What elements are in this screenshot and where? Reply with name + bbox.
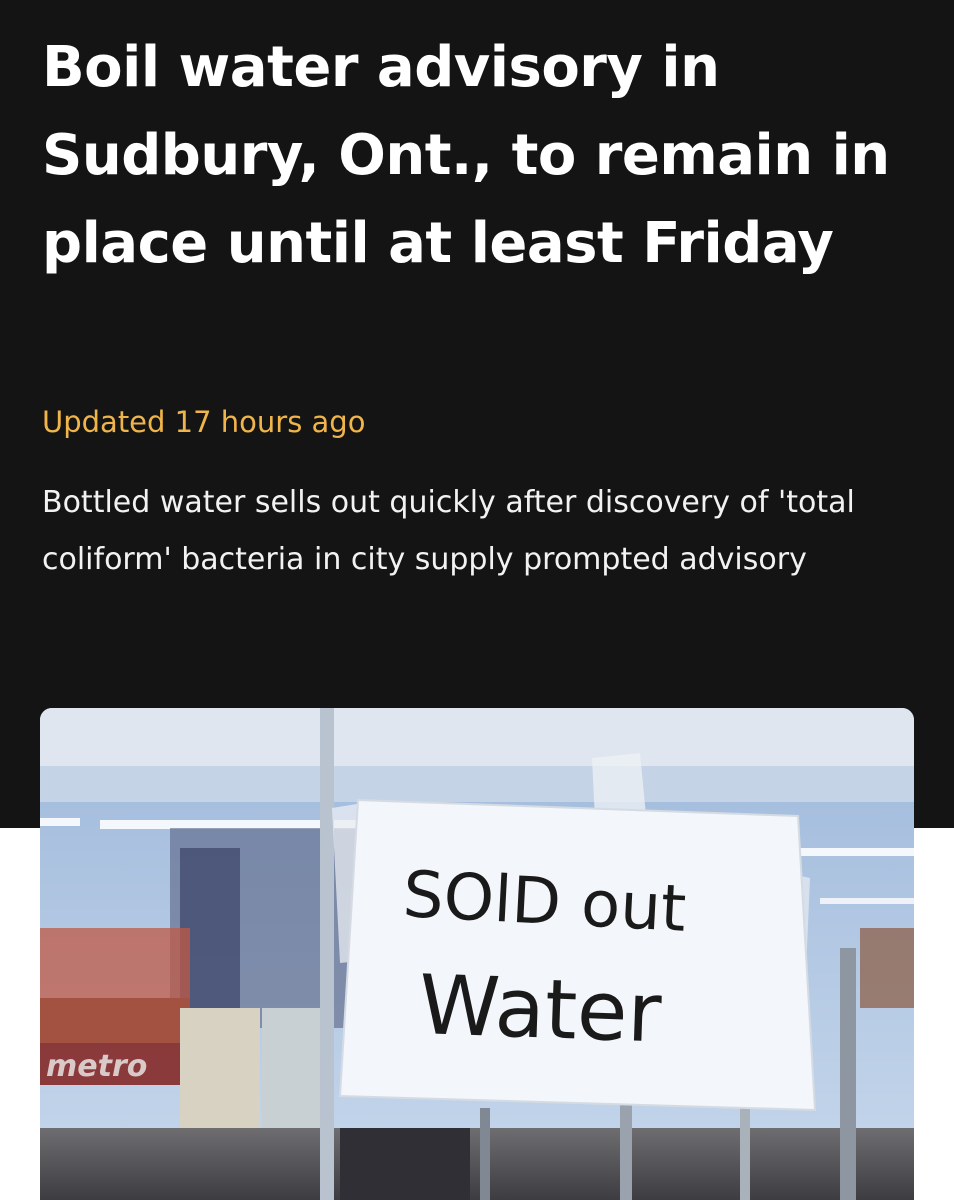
store-logo-text: metro bbox=[46, 1049, 147, 1084]
article-headline[interactable]: Boil water advisory in Sudbury, Ont., to… bbox=[42, 24, 922, 288]
updated-timestamp: Updated 17 hours ago bbox=[42, 405, 366, 439]
sold-out-sign bbox=[338, 798, 817, 1112]
sign-line-1: SOlD out bbox=[401, 858, 688, 947]
sign-line-2: Water bbox=[417, 958, 663, 1061]
article-photo[interactable]: metro SOlD out Water bbox=[40, 708, 914, 1200]
photo-scene: metro SOlD out Water bbox=[40, 708, 914, 1200]
article-summary: Bottled water sells out quickly after di… bbox=[42, 485, 855, 577]
